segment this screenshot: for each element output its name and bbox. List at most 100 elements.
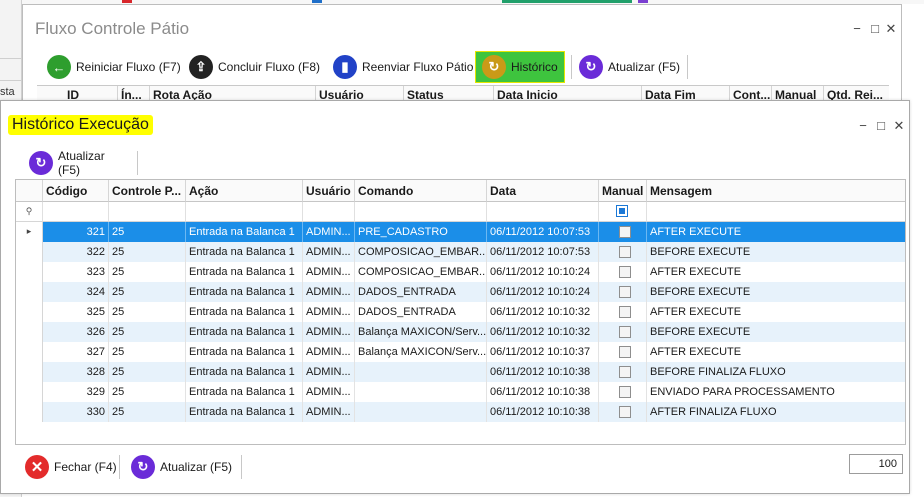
- cell-mensagem[interactable]: ENVIADO PARA PROCESSAMENTO: [647, 382, 905, 402]
- cell-mensagem[interactable]: AFTER EXECUTE: [647, 222, 905, 242]
- row-header[interactable]: [16, 282, 43, 302]
- column-header-mensagem[interactable]: Mensagem: [647, 180, 905, 202]
- table-row[interactable]: 328 25 Entrada na Balanca 1 ADMIN... 06/11/2…: [16, 362, 905, 382]
- cell-controle[interactable]: 25: [109, 242, 186, 262]
- close-icon[interactable]: ✕: [883, 21, 899, 37]
- cell-mensagem[interactable]: BEFORE EXECUTE: [647, 322, 905, 342]
- filter-data[interactable]: [487, 202, 599, 222]
- cell-codigo[interactable]: 325: [43, 302, 109, 322]
- table-row[interactable]: 323 25 Entrada na Balanca 1 ADMIN... COMPOSI…: [16, 262, 905, 282]
- filter-manual[interactable]: [599, 202, 647, 222]
- atualizar-back-button[interactable]: ↻ Atualizar (F5): [575, 53, 684, 81]
- row-header[interactable]: [16, 382, 43, 402]
- cell-usuario[interactable]: ADMIN...: [303, 402, 355, 422]
- cell-usuario[interactable]: ADMIN...: [303, 342, 355, 362]
- zoom-field[interactable]: 100: [849, 454, 903, 474]
- manual-checkbox[interactable]: [619, 306, 631, 318]
- cell-usuario[interactable]: ADMIN...: [303, 222, 355, 242]
- cell-manual[interactable]: [599, 282, 647, 302]
- cell-usuario[interactable]: ADMIN...: [303, 362, 355, 382]
- row-header[interactable]: [16, 402, 43, 422]
- cell-codigo[interactable]: 329: [43, 382, 109, 402]
- table-row[interactable]: 322 25 Entrada na Balanca 1 ADMIN... COMPOSI…: [16, 242, 905, 262]
- cell-data[interactable]: 06/11/2012 10:10:38: [487, 362, 599, 382]
- cell-data[interactable]: 06/11/2012 10:10:24: [487, 262, 599, 282]
- cell-controle[interactable]: 25: [109, 222, 186, 242]
- table-row[interactable]: ▸ 321 25 Entrada na Balanca 1 ADMIN... PRE_CA…: [16, 222, 905, 242]
- cell-acao[interactable]: Entrada na Balanca 1: [186, 302, 303, 322]
- row-header[interactable]: [16, 302, 43, 322]
- cell-acao[interactable]: Entrada na Balanca 1: [186, 342, 303, 362]
- cell-codigo[interactable]: 327: [43, 342, 109, 362]
- filter-manual-checkbox[interactable]: [616, 205, 628, 217]
- cell-codigo[interactable]: 322: [43, 242, 109, 262]
- cell-comando[interactable]: [355, 362, 487, 382]
- cell-usuario[interactable]: ADMIN...: [303, 322, 355, 342]
- row-header[interactable]: [16, 242, 43, 262]
- manual-checkbox[interactable]: [619, 406, 631, 418]
- close-icon[interactable]: ✕: [891, 118, 907, 134]
- row-header[interactable]: [16, 362, 43, 382]
- table-row[interactable]: 326 25 Entrada na Balanca 1 ADMIN... Balança…: [16, 322, 905, 342]
- cell-acao[interactable]: Entrada na Balanca 1: [186, 402, 303, 422]
- table-row[interactable]: 330 25 Entrada na Balanca 1 ADMIN... 06/11/2…: [16, 402, 905, 422]
- cell-comando[interactable]: DADOS_ENTRADA: [355, 302, 487, 322]
- cell-controle[interactable]: 25: [109, 342, 186, 362]
- cell-acao[interactable]: Entrada na Balanca 1: [186, 382, 303, 402]
- cell-acao[interactable]: Entrada na Balanca 1: [186, 262, 303, 282]
- cell-codigo[interactable]: 328: [43, 362, 109, 382]
- cell-manual[interactable]: [599, 222, 647, 242]
- cell-mensagem[interactable]: AFTER EXECUTE: [647, 262, 905, 282]
- column-header-comando[interactable]: Comando: [355, 180, 487, 202]
- cell-mensagem[interactable]: BEFORE EXECUTE: [647, 242, 905, 262]
- row-indicator-icon[interactable]: ▸: [16, 222, 43, 242]
- cell-usuario[interactable]: ADMIN...: [303, 282, 355, 302]
- manual-checkbox[interactable]: [619, 286, 631, 298]
- cell-acao[interactable]: Entrada na Balanca 1: [186, 322, 303, 342]
- cell-controle[interactable]: 25: [109, 402, 186, 422]
- manual-checkbox[interactable]: [619, 386, 631, 398]
- minimize-icon[interactable]: −: [855, 118, 871, 133]
- cell-mensagem[interactable]: AFTER EXECUTE: [647, 342, 905, 362]
- column-header-usuario[interactable]: Usuário: [303, 180, 355, 202]
- manual-checkbox[interactable]: [619, 326, 631, 338]
- filter-acao[interactable]: [186, 202, 303, 222]
- historico-button[interactable]: ↻ Histórico: [475, 51, 565, 83]
- cell-data[interactable]: 06/11/2012 10:10:38: [487, 402, 599, 422]
- minimize-icon[interactable]: −: [849, 21, 865, 36]
- cell-controle[interactable]: 25: [109, 322, 186, 342]
- filter-usuario[interactable]: [303, 202, 355, 222]
- cell-codigo[interactable]: 330: [43, 402, 109, 422]
- column-header-controle[interactable]: Controle P...: [109, 180, 186, 202]
- atualizar-bottom-button[interactable]: ↻ Atualizar (F5): [127, 453, 236, 481]
- cell-usuario[interactable]: ADMIN...: [303, 382, 355, 402]
- reiniciar-fluxo-button[interactable]: ← Reiniciar Fluxo (F7): [43, 53, 185, 81]
- cell-manual[interactable]: [599, 262, 647, 282]
- manual-checkbox[interactable]: [619, 246, 631, 258]
- cell-codigo[interactable]: 324: [43, 282, 109, 302]
- cell-mensagem[interactable]: BEFORE EXECUTE: [647, 282, 905, 302]
- manual-checkbox[interactable]: [619, 366, 631, 378]
- manual-checkbox[interactable]: [619, 266, 631, 278]
- cell-data[interactable]: 06/11/2012 10:10:24: [487, 282, 599, 302]
- cell-data[interactable]: 06/11/2012 10:07:53: [487, 242, 599, 262]
- cell-data[interactable]: 06/11/2012 10:07:53: [487, 222, 599, 242]
- cell-controle[interactable]: 25: [109, 362, 186, 382]
- cell-mensagem[interactable]: BEFORE FINALIZA FLUXO: [647, 362, 905, 382]
- filter-mensagem[interactable]: [647, 202, 905, 222]
- table-row[interactable]: 324 25 Entrada na Balanca 1 ADMIN... DADOS_E…: [16, 282, 905, 302]
- concluir-fluxo-button[interactable]: ⇪ Concluir Fluxo (F8): [185, 53, 324, 81]
- cell-acao[interactable]: Entrada na Balanca 1: [186, 222, 303, 242]
- cell-manual[interactable]: [599, 362, 647, 382]
- cell-manual[interactable]: [599, 402, 647, 422]
- cell-usuario[interactable]: ADMIN...: [303, 262, 355, 282]
- cell-acao[interactable]: Entrada na Balanca 1: [186, 362, 303, 382]
- column-header-data[interactable]: Data: [487, 180, 599, 202]
- manual-checkbox[interactable]: [619, 346, 631, 358]
- cell-data[interactable]: 06/11/2012 10:10:32: [487, 322, 599, 342]
- cell-data[interactable]: 06/11/2012 10:10:32: [487, 302, 599, 322]
- cell-manual[interactable]: [599, 302, 647, 322]
- cell-comando[interactable]: Balança MAXICON/Serv...: [355, 322, 487, 342]
- cell-data[interactable]: 06/11/2012 10:10:38: [487, 382, 599, 402]
- atualizar-button[interactable]: ↻ Atualizar (F5): [25, 149, 109, 177]
